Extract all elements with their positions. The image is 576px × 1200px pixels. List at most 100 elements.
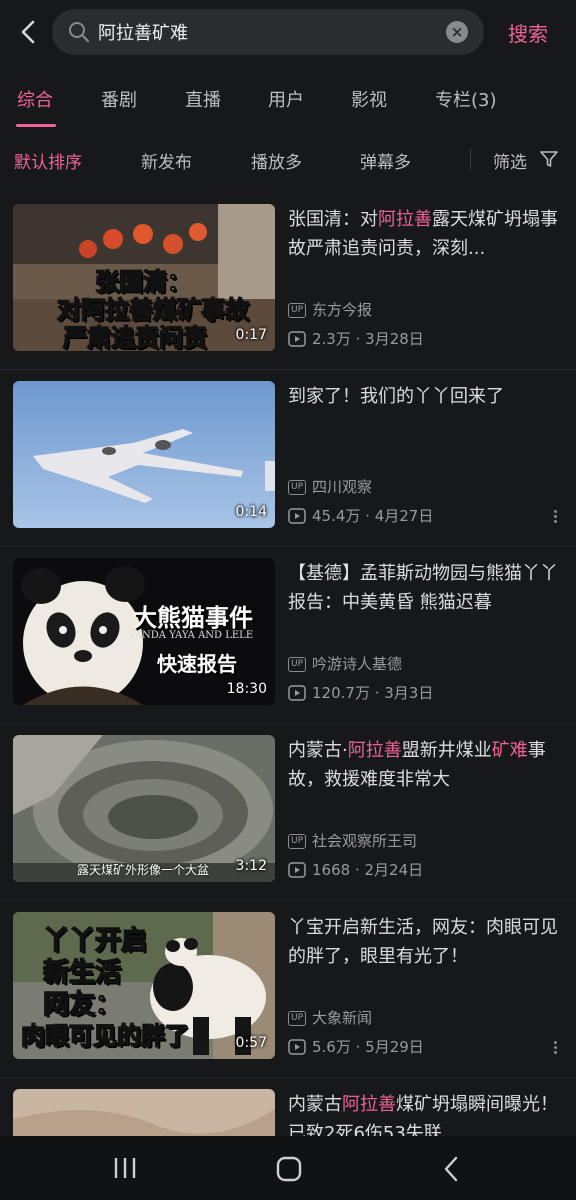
active-tab-indicator: [16, 124, 56, 127]
video-title[interactable]: 【基德】孟菲斯动物园与熊猫丫丫报告：中美黄昏 熊猫迟暮: [288, 559, 558, 617]
result-type-tabs: 综合 番剧 直播 用户 影视 专栏(3): [0, 72, 576, 132]
title-text: 内蒙古: [288, 1094, 342, 1115]
publish-date: 3月3日: [384, 684, 434, 702]
video-title[interactable]: 内蒙古·阿拉善盟新井煤业矿难事故，救援难度非常大: [288, 736, 558, 794]
thumbnail-caption: 严肃追责问责: [62, 323, 208, 351]
nav-home-icon[interactable]: [275, 1156, 303, 1186]
search-icon: [69, 22, 90, 43]
video-thumbnail: 张国清： 对阿拉善煤矿事故 严肃追责问责 0:17: [13, 204, 275, 351]
play-count-icon: [288, 508, 306, 524]
title-text: 盟新井煤业: [401, 740, 492, 761]
view-count: 45.4万: [312, 507, 361, 525]
publish-date: 3月28日: [365, 330, 424, 348]
uploader-row[interactable]: UP 四川观察: [288, 476, 372, 497]
uploader-name: 吟游诗人基德: [312, 655, 403, 673]
sort-newest[interactable]: 新发布: [141, 148, 192, 173]
tab-all[interactable]: 综合: [17, 86, 53, 112]
sort-most-danmaku[interactable]: 弹幕多: [360, 148, 411, 173]
video-result-item[interactable]: 露天煤矿外形像一个大盆 3:12 内蒙古·阿拉善盟新井煤业矿难事故，救援难度非常…: [0, 724, 576, 901]
title-text: 内蒙古·: [288, 740, 348, 761]
video-duration: 0:57: [235, 1035, 267, 1051]
tab-articles[interactable]: 专栏(3): [435, 86, 497, 112]
tab-film-tv[interactable]: 影视: [351, 86, 387, 112]
title-text: 张国清：对: [288, 209, 378, 230]
view-count: 2.3万: [312, 330, 351, 348]
play-count-icon: [288, 685, 306, 701]
view-count: 5.6万: [312, 1038, 351, 1056]
thumbnail-caption: 露天煤矿外形像一个大盆: [77, 863, 210, 877]
tab-live[interactable]: 直播: [185, 86, 221, 112]
search-input[interactable]: [98, 17, 438, 47]
thumbnail-caption: 大熊猫事件: [133, 604, 253, 632]
publish-date: 4月27日: [374, 507, 434, 525]
system-nav-bar: [0, 1136, 576, 1200]
tab-users[interactable]: 用户: [268, 86, 304, 112]
play-count-icon: [288, 862, 306, 878]
video-thumbnail: 露天煤矿外形像一个大盆 3:12: [13, 735, 275, 882]
nav-back-icon[interactable]: [440, 1156, 464, 1186]
video-thumbnail: 大熊猫事件 PANDA YAYA AND LELE 快速报告 18:30: [13, 558, 275, 705]
title-text: 到家了！我们的丫丫回来了: [288, 386, 504, 407]
uploader-row[interactable]: UP 东方今报: [288, 299, 372, 320]
sort-default[interactable]: 默认排序: [14, 148, 82, 173]
video-thumbnail: [13, 1089, 275, 1136]
filter-funnel-icon: [540, 151, 558, 167]
more-dots-icon[interactable]: [548, 1039, 562, 1057]
uploader-row[interactable]: UP 吟游诗人基德: [288, 653, 402, 674]
tab-bangumi[interactable]: 番剧: [101, 86, 137, 112]
nav-recents-icon[interactable]: [112, 1156, 138, 1184]
thumbnail-caption: PANDA YAYA AND LELE: [129, 630, 254, 641]
sort-bar: 默认排序 新发布 播放多 弹幕多 筛选: [0, 136, 576, 182]
video-result-item[interactable]: 内蒙古阿拉善煤矿坍塌瞬间曝光！已致2死6伤53失联: [0, 1078, 576, 1136]
thumbnail-caption: 快速报告: [157, 652, 237, 676]
video-stats: 2.3万 · 3月28日: [288, 328, 424, 349]
uploader-name: 社会观察所王司: [312, 832, 418, 850]
video-title[interactable]: 到家了！我们的丫丫回来了: [288, 382, 558, 411]
back-arrow-icon: [21, 20, 35, 44]
filter-label: 筛选: [493, 153, 527, 173]
search-header: × 搜索: [0, 0, 576, 64]
thumbnail-caption: 肉眼可见的胖了: [20, 1021, 190, 1051]
title-text: 【基德】孟菲斯动物园与熊猫丫丫报告：中美黄昏 熊猫迟暮: [288, 563, 558, 613]
video-stats: 45.4万 · 4月27日: [288, 505, 433, 526]
video-thumbnail: 0:14: [13, 381, 275, 528]
play-count-icon: [288, 1039, 306, 1055]
video-duration: 18:30: [226, 681, 267, 697]
video-result-item[interactable]: 张国清： 对阿拉善煤矿事故 严肃追责问责 0:17 张国清：对阿拉善露天煤矿坍塌…: [0, 193, 576, 370]
video-result-item[interactable]: 0:14 到家了！我们的丫丫回来了 UP 四川观察 45.4万 · 4月27日: [0, 370, 576, 547]
view-count: 120.7万: [312, 684, 370, 702]
up-badge: UP: [288, 480, 307, 495]
video-stats: 120.7万 · 3月3日: [288, 682, 433, 703]
up-badge: UP: [288, 657, 307, 672]
publish-date: 2月24日: [364, 861, 424, 879]
uploader-name: 东方今报: [312, 301, 373, 319]
title-keyword-highlight: 阿拉善: [342, 1094, 396, 1115]
search-submit-button[interactable]: 搜索: [508, 18, 548, 47]
video-title[interactable]: 张国清：对阿拉善露天煤矿坍塌事故严肃追责问责，深刻...: [288, 205, 558, 263]
clear-icon[interactable]: ×: [446, 21, 468, 43]
filter-button[interactable]: 筛选: [493, 148, 558, 173]
video-stats: 5.6万 · 5月29日: [288, 1036, 424, 1057]
video-duration: 3:12: [235, 858, 267, 874]
uploader-name: 大象新闻: [312, 1009, 373, 1027]
video-title[interactable]: 内蒙古阿拉善煤矿坍塌瞬间曝光！已致2死6伤53失联: [288, 1090, 558, 1136]
video-result-item[interactable]: 丫丫开启 新生活 网友： 肉眼可见的胖了 0:57 丫宝开启新生活，网友：肉眼可…: [0, 901, 576, 1078]
play-count-icon: [288, 331, 306, 347]
sort-most-played[interactable]: 播放多: [251, 148, 302, 173]
back-button[interactable]: [14, 14, 44, 50]
up-badge: UP: [288, 1011, 307, 1026]
title-keyword-highlight: 阿拉善: [378, 209, 432, 230]
title-text: 丫宝开启新生活，网友：肉眼可见的胖了，眼里有光了！: [288, 917, 558, 967]
uploader-name: 四川观察: [312, 478, 373, 496]
video-result-item[interactable]: 大熊猫事件 PANDA YAYA AND LELE 快速报告 18:30 【基德…: [0, 547, 576, 724]
video-title[interactable]: 丫宝开启新生活，网友：肉眼可见的胖了，眼里有光了！: [288, 913, 558, 971]
video-duration: 0:14: [235, 504, 267, 520]
up-badge: UP: [288, 834, 307, 849]
uploader-row[interactable]: UP 大象新闻: [288, 1007, 372, 1028]
divider: [470, 148, 471, 170]
more-dots-icon[interactable]: [548, 508, 562, 526]
title-keyword-highlight: 阿拉善: [347, 740, 402, 761]
search-box[interactable]: ×: [52, 9, 484, 55]
video-duration: 0:17: [235, 327, 267, 343]
uploader-row[interactable]: UP 社会观察所王司: [288, 830, 417, 851]
